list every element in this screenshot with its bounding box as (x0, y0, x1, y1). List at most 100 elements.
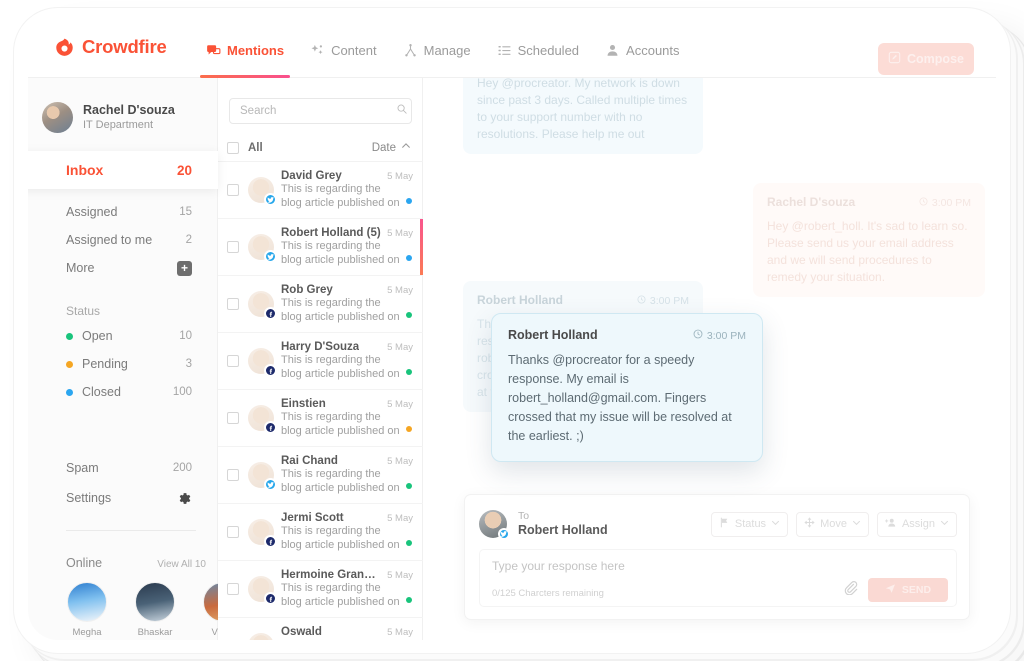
select-all-checkbox[interactable] (227, 141, 239, 154)
message-sender-name: Hermoine Granger (9) (281, 569, 382, 581)
tab-mentions-label: Mentions (227, 42, 285, 58)
plus-icon[interactable]: + (177, 260, 192, 276)
status-dropdown[interactable]: Status (710, 511, 789, 537)
message-sender-name: Oswald (281, 626, 322, 638)
recipient-to-label: To (518, 510, 530, 522)
paperclip-icon[interactable] (843, 580, 858, 600)
tab-manage[interactable]: Manage (403, 22, 471, 78)
compose-button[interactable]: Compose (878, 43, 974, 75)
online-person-megha[interactable]: Megha (64, 582, 110, 638)
sidebar-item-inbox-label: Inbox (66, 162, 104, 178)
message-list-item[interactable]: Oswald 5 MayThis is regarding the blog ar… (218, 618, 423, 640)
move-dropdown[interactable]: Move (796, 511, 869, 537)
flag-icon (719, 517, 730, 531)
message-sender: Rachel D'souza (767, 195, 856, 209)
message-preview-top: Robert Holland (5) 5 May (281, 227, 413, 239)
message-time-text: 3:00 PM (931, 197, 971, 209)
message-list-item[interactable]: Hermoine Granger (9) 5 MayThis is regardi… (218, 561, 423, 618)
message-bubble-focused[interactable]: Robert Holland 3:00 PM Thanks @procreato… (491, 313, 763, 462)
message-checkbox[interactable] (227, 184, 239, 196)
search-icon[interactable] (396, 102, 408, 120)
facebook-badge-icon (264, 592, 277, 605)
message-snippet: This is regarding the blog article publi… (281, 297, 400, 323)
avatar (42, 102, 73, 133)
message-list-item[interactable]: Harry D'Souza 5 May This is regarding the … (218, 333, 423, 390)
message-list-item[interactable]: Rob Grey 5 May This is regarding the blog … (218, 276, 423, 333)
message-list-item[interactable]: Rai Chand 5 May This is regarding the blog… (218, 447, 423, 504)
message-sender-name: Jermi Scott (281, 512, 344, 524)
online-person-bhaskar[interactable]: Bhaskar (132, 582, 178, 638)
sidebar-item-more[interactable]: More + (28, 254, 218, 282)
message-header: Rachel D'souza 3:00 PM (767, 194, 971, 212)
message-snippet: This is regarding the blog article publi… (281, 183, 400, 209)
send-button-label: SEND (901, 584, 932, 596)
sidebar-status-heading: Status (66, 304, 101, 318)
tab-accounts[interactable]: Accounts (605, 22, 680, 78)
message-preview: Hermoine Granger (9) 5 MayThis is regardi… (281, 569, 413, 609)
message-checkbox[interactable] (227, 583, 239, 595)
message-preview-top: Einstien 5 May (281, 398, 413, 410)
current-user[interactable]: Rachel D'souza IT Department (42, 102, 175, 133)
message-sender-name: Einstien (281, 398, 326, 410)
message-time: 3:00 PM (693, 328, 746, 345)
message-checkbox[interactable] (227, 298, 239, 310)
move-icon (804, 517, 815, 531)
assign-dropdown[interactable]: Assign (876, 511, 957, 537)
sidebar-item-assigned[interactable]: Assigned 15 (28, 198, 218, 226)
sidebar-item-open-label: Open (82, 329, 113, 343)
message-list-item[interactable]: Robert Holland (5) 5 May This is regarding… (218, 219, 423, 276)
message-preview-top: Rai Chand 5 May (281, 455, 413, 467)
message-bubble-outgoing-agent[interactable]: Rachel D'souza 3:00 PM Hey @robert_holl.… (753, 183, 985, 297)
message-checkbox[interactable] (227, 412, 239, 424)
sidebar-item-open[interactable]: Open 10 (28, 322, 218, 350)
message-checkbox[interactable] (227, 241, 239, 253)
message-sender: Robert Holland (477, 293, 563, 307)
sort-by-date-control[interactable]: Date (372, 141, 411, 154)
tab-content[interactable]: Content (310, 22, 377, 78)
search-box[interactable] (229, 98, 412, 124)
search-input[interactable] (238, 104, 396, 118)
send-button[interactable]: SEND (868, 578, 948, 602)
manage-icon (403, 43, 418, 58)
content-icon (310, 43, 325, 58)
message-checkbox[interactable] (227, 526, 239, 538)
sidebar-item-inbox[interactable]: Inbox 20 (28, 151, 218, 189)
sidebar-item-pending-count: 3 (185, 358, 192, 370)
message-list[interactable]: David Grey 5 May This is regarding the blo… (218, 162, 423, 640)
tab-scheduled-label: Scheduled (517, 42, 580, 58)
sidebar-item-pending[interactable]: Pending 3 (28, 350, 218, 378)
tab-mentions[interactable]: Mentions (199, 22, 291, 78)
message-checkbox[interactable] (227, 355, 239, 367)
sidebar-item-assigned-to-me-count: 2 (185, 234, 192, 246)
sender-avatar-wrap (248, 234, 277, 263)
message-date: 5 May (387, 513, 413, 524)
message-snippet: This is regarding the blog article publi… (281, 638, 413, 640)
character-counter: 0/125 Charcters remaining (492, 588, 604, 599)
message-list-item[interactable]: Jermi Scott 5 May This is regarding the bl… (218, 504, 423, 561)
twitter-badge-icon (264, 478, 277, 491)
status-dropdown-label: Status (734, 518, 767, 530)
message-list-column: All Date David Grey5 MayThis is regardin… (218, 78, 423, 640)
sidebar-item-spam[interactable]: Spam 200 (28, 454, 218, 482)
message-list-item[interactable]: David Grey 5 May This is regarding the blo… (218, 162, 423, 219)
message-sender-name: Robert Holland (5) (281, 227, 381, 239)
message-snippet: This is regarding the blog article publi… (281, 240, 400, 266)
sidebar-item-settings[interactable]: Settings (28, 482, 218, 514)
sidebar-item-open-count: 10 (179, 330, 192, 342)
response-textarea-wrap[interactable]: Type your response here 0/125 Charcters … (479, 549, 957, 607)
sidebar-item-closed[interactable]: Closed 100 (28, 378, 218, 406)
message-list-item[interactable]: Einstien 5 May This is regarding the blog … (218, 390, 423, 447)
facebook-badge-icon (264, 421, 277, 434)
chevron-down-icon (852, 518, 861, 530)
sidebar-item-assigned-to-me[interactable]: Assigned to me 2 (28, 226, 218, 254)
message-status-dot (406, 426, 412, 432)
message-date: 5 May (387, 171, 413, 182)
view-all-link[interactable]: View All 10 (157, 559, 206, 570)
message-sender-name: David Grey (281, 170, 342, 182)
message-checkbox[interactable] (227, 469, 239, 481)
select-all-label: All (248, 141, 263, 154)
gear-icon[interactable] (177, 491, 192, 506)
tab-scheduled[interactable]: Scheduled (497, 22, 579, 78)
brand-logo[interactable]: Crowdfire (54, 36, 167, 58)
